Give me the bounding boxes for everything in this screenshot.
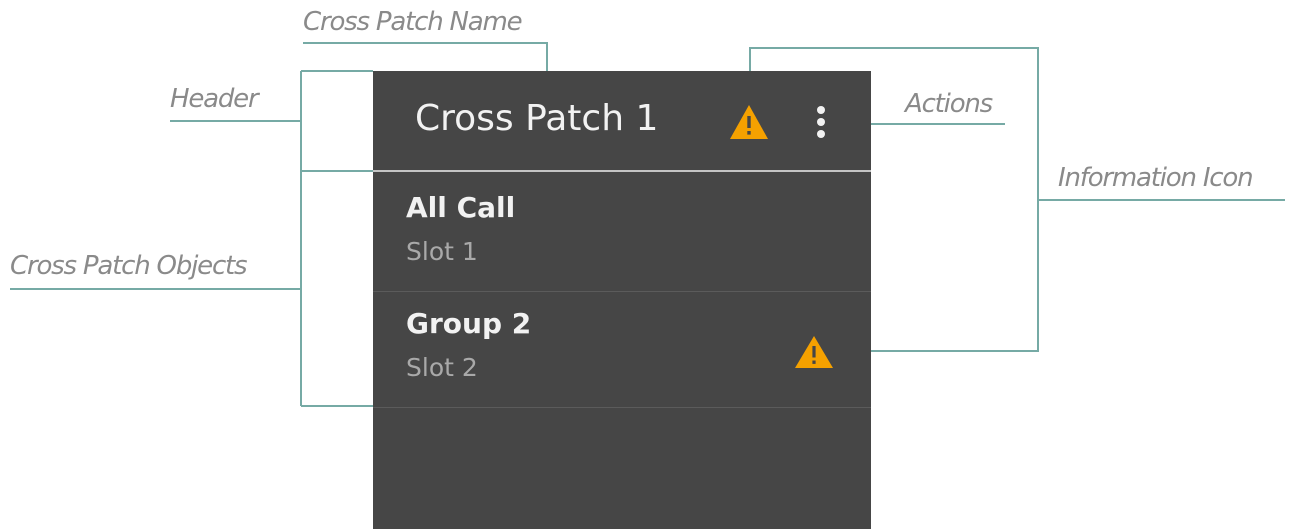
objects-connector bbox=[10, 171, 373, 407]
object-slot: Slot 1 bbox=[406, 237, 478, 266]
more-vert-icon[interactable] bbox=[811, 105, 831, 141]
cross-patch-name-annotation: Cross Patch Name bbox=[303, 7, 523, 37]
information-icon-annotation: Information Icon bbox=[1058, 163, 1254, 193]
cross-patch-object-item[interactable]: Group 2 Slot 2 bbox=[373, 288, 871, 408]
object-name: All Call bbox=[406, 191, 516, 224]
warning-icon[interactable] bbox=[729, 104, 769, 140]
panel-header: Cross Patch 1 bbox=[373, 71, 871, 172]
object-slot: Slot 2 bbox=[406, 353, 478, 382]
cross-patch-objects-annotation: Cross Patch Objects bbox=[10, 251, 248, 281]
cross-patch-panel: Cross Patch 1 All Call Slot 1 Group 2 Sl… bbox=[373, 71, 871, 529]
cross-patch-object-item[interactable]: All Call Slot 1 bbox=[373, 172, 871, 292]
object-name: Group 2 bbox=[406, 307, 532, 340]
warning-icon[interactable] bbox=[794, 335, 834, 369]
header-annotation: Header bbox=[170, 84, 259, 114]
cross-patch-name: Cross Patch 1 bbox=[415, 98, 659, 139]
actions-annotation: Actions bbox=[905, 89, 993, 119]
